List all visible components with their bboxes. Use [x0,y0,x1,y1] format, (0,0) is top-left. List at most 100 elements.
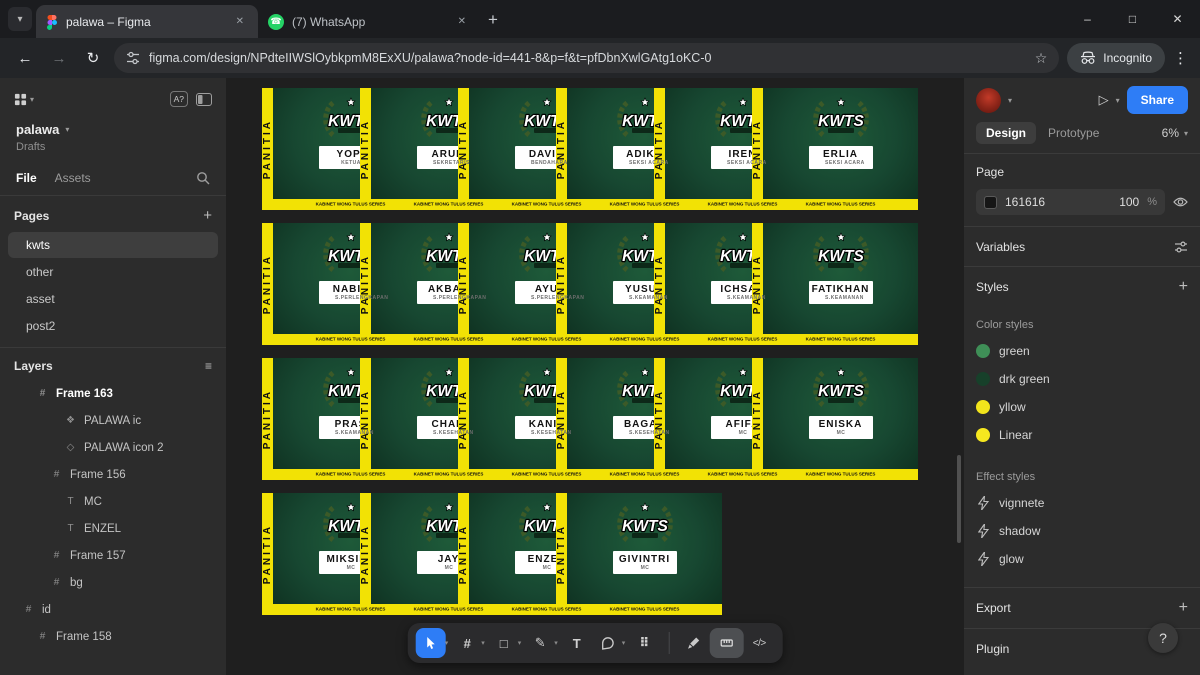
close-window-button[interactable]: ✕ [1155,0,1200,38]
tab-assets[interactable]: Assets [55,171,91,185]
panitia-card[interactable]: PANITIA KWTS PRAS S.KEAMANAN KABINET WON… [262,358,357,480]
panitia-card[interactable]: PANITIA KWTS ERLIA SEKSI ACARA KABINET W… [752,88,847,210]
panitia-card[interactable]: PANITIA KWTS ICHSAN S.KEAMANAN KABINET W… [654,223,749,345]
panitia-card[interactable]: PANITIA KWTS ADIKA SEKSI ACARA KABINET W… [556,88,651,210]
browser-tab-figma[interactable]: palawa – Figma ✕ [36,5,258,38]
panitia-card[interactable]: PANITIA KWTS AFIFA MC KABINET WONG TULUS… [654,358,749,480]
comment-tool-button[interactable] [593,628,623,658]
tab-design[interactable]: Design [976,122,1036,144]
add-export-button[interactable]: + [1179,599,1188,617]
site-settings-icon[interactable] [126,51,140,65]
url-text[interactable]: figma.com/design/NPdteIIWSlOybkpmM8ExXU/… [149,51,1026,65]
panitia-card[interactable]: PANITIA KWTS GIVINTRI MC KABINET WONG TU… [556,493,651,615]
panitia-card[interactable]: PANITIA KWTS CHAM S.KESEHATAN KABINET WO… [360,358,455,480]
zoom-level[interactable]: 6% ▾ [1162,126,1188,140]
comment-tool-chevron-icon[interactable]: ▾ [622,639,626,647]
effect-style-item[interactable]: vignnete [976,489,1188,517]
page-color-field[interactable]: 161616 100 % [976,189,1165,215]
layer-item[interactable]: # id [0,596,226,623]
bookmark-icon[interactable]: ☆ [1035,50,1048,67]
file-name[interactable]: palawa ▾ [16,122,210,137]
page-item[interactable]: kwts [8,232,218,258]
minimize-button[interactable]: – [1065,0,1110,38]
effect-style-item[interactable]: glow [976,545,1188,573]
add-style-button[interactable]: + [1179,278,1188,296]
page-item[interactable]: other [8,259,218,285]
main-menu-button[interactable]: ▾ [14,93,34,106]
panitia-card[interactable]: PANITIA KWTS BAGAS S.KESEHATAN KABINET W… [556,358,651,480]
effect-style-item[interactable]: shadow [976,517,1188,545]
layer-item[interactable]: # Frame 163 [0,380,226,407]
layer-item[interactable]: ❖ PALAWA ic [0,407,226,434]
text-tool-button[interactable]: T [562,628,592,658]
panitia-card[interactable]: PANITIA KWTS AKBAR S.PERLENGKAPAN KABINE… [360,223,455,345]
avatar-chevron-icon[interactable]: ▾ [1008,96,1012,105]
browser-menu-icon[interactable]: ⋮ [1173,49,1188,67]
share-button[interactable]: Share [1127,86,1188,114]
frame-tool-button[interactable]: # [452,628,482,658]
page-opacity-value[interactable]: 100 [1119,195,1139,209]
page-item[interactable]: post2 [8,313,218,339]
layer-item[interactable]: # Frame 156 [0,461,226,488]
layer-item[interactable]: ◇ PALAWA icon 2 [0,434,226,461]
panitia-card[interactable]: PANITIA KWTS FATIKHAN S.KEAMANAN KABINET… [752,223,847,345]
address-bar[interactable]: figma.com/design/NPdteIIWSlOybkpmM8ExXU/… [114,43,1059,73]
present-chevron-icon[interactable]: ▾ [1116,96,1120,105]
present-icon[interactable]: ▷ [1099,92,1109,108]
tab-search-button[interactable]: ▾ [8,7,32,31]
panitia-card[interactable]: PANITIA KWTS ARUM SEKRETARIS KABINET WON… [360,88,455,210]
layer-item[interactable]: # Frame 158 [0,623,226,650]
tab-close-icon[interactable]: ✕ [454,14,470,29]
tab-close-icon[interactable]: ✕ [232,14,248,29]
back-button[interactable]: ← [12,50,38,67]
ai-badge-icon[interactable]: A? [170,91,188,107]
layer-item[interactable]: # bg [0,569,226,596]
layer-item[interactable]: T MC [0,488,226,515]
layer-item[interactable]: # Frame 157 [0,542,226,569]
pen-tool-chevron-icon[interactable]: ▾ [554,639,558,647]
panitia-card[interactable]: PANITIA KWTS DAVIN BENDAHARA KABINET WON… [458,88,553,210]
panitia-card[interactable]: PANITIA KWTS IREN SEKSI ACARA KABINET WO… [654,88,749,210]
panitia-card[interactable]: PANITIA KWTS YOPI KETUA KABINET WONG TUL… [262,88,357,210]
reload-button[interactable]: ↻ [80,49,106,67]
layer-item[interactable]: T ENZEL [0,515,226,542]
frame-tool-chevron-icon[interactable]: ▾ [481,639,485,647]
help-button[interactable]: ? [1148,623,1178,653]
color-style-item[interactable]: yllow [976,393,1188,421]
add-page-button[interactable]: + [203,207,212,224]
tab-prototype[interactable]: Prototype [1038,122,1109,144]
actions-button[interactable]: ⠿ [629,628,659,658]
tab-file[interactable]: File [16,171,37,185]
panitia-card[interactable]: PANITIA KWTS AYU S.PERLENGKAPAN KABINET … [458,223,553,345]
variables-section[interactable]: Variables [964,226,1200,266]
move-tool-chevron-icon[interactable]: ▾ [445,639,449,647]
move-tool-button[interactable] [416,628,446,658]
panitia-card[interactable]: PANITIA KWTS ENZEL MC KABINET WONG TULUS… [458,493,553,615]
color-style-item[interactable]: Linear [976,421,1188,449]
panitia-card[interactable]: PANITIA KWTS MIKSILA MC KABINET WONG TUL… [262,493,357,615]
browser-tab-whatsapp[interactable]: ☎ (7) WhatsApp ✕ [258,5,480,38]
shape-tool-chevron-icon[interactable]: ▾ [518,639,522,647]
maximize-button[interactable]: □ [1110,0,1155,38]
shape-tool-button[interactable]: □ [489,628,519,658]
design-mode-button[interactable] [678,628,708,658]
forward-button[interactable]: → [46,50,72,67]
color-style-item[interactable]: drk green [976,365,1188,393]
panitia-card[interactable]: PANITIA KWTS YUSUF S.KEAMANAN KABINET WO… [556,223,651,345]
search-icon[interactable] [196,171,210,185]
new-tab-button[interactable]: + [488,10,498,30]
visibility-eye-icon[interactable] [1173,196,1188,208]
dev-code-button[interactable]: </> [744,628,774,658]
variables-icon[interactable] [1174,240,1188,254]
user-avatar[interactable] [976,88,1001,113]
page-color-hex[interactable]: 161616 [1005,195,1045,209]
dev-mode-toggle[interactable] [709,628,743,658]
panitia-card[interactable]: PANITIA KWTS NABIL S.PERLENGKAPAN KABINE… [262,223,357,345]
color-style-item[interactable]: green [976,337,1188,365]
pen-tool-button[interactable]: ✎ [525,628,555,658]
panitia-card[interactable]: PANITIA KWTS KANIZ S.KESEHATAN KABINET W… [458,358,553,480]
panitia-card[interactable]: PANITIA KWTS ENISKA MC KABINET WONG TULU… [752,358,847,480]
page-item[interactable]: asset [8,286,218,312]
canvas[interactable]: PANITIA KWTS YOPI KETUA KABINET WONG TUL… [226,78,964,675]
layers-options-icon[interactable]: ≡ [205,359,212,373]
